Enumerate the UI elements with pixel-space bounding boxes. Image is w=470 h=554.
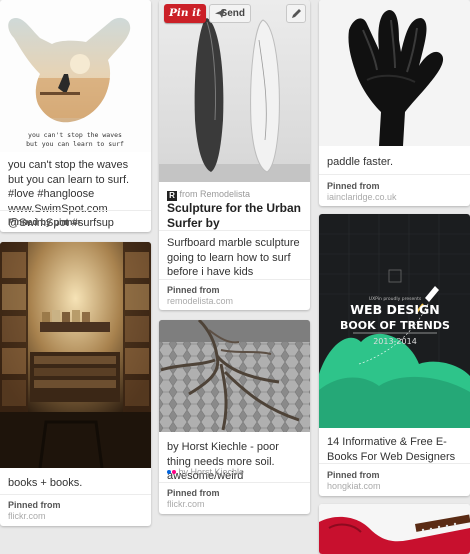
- send-button[interactable]: Send: [209, 4, 251, 23]
- pin-card-dark-hand[interactable]: paddle faster. Pinned from iainclaridge.…: [319, 0, 470, 206]
- divider: [319, 174, 470, 175]
- pin-footer[interactable]: Pinned from iainclaridge.co.uk: [327, 181, 462, 203]
- via-text: by Horst Kiechle: [178, 467, 245, 477]
- pin-footer[interactable]: Pinned by pinner: [8, 217, 143, 228]
- divider: [0, 494, 151, 495]
- divider: [159, 230, 310, 231]
- pin-description: 14 Informative & Free E-Books For Web De…: [327, 436, 456, 463]
- pin-footer[interactable]: Pinned from hongkiat.com: [327, 470, 462, 492]
- pin-footer[interactable]: Pinned from flickr.com: [167, 488, 302, 510]
- pin-image-hang-loose[interactable]: you can't stop the waves but you can lea…: [0, 0, 151, 152]
- pinned-from-label: Pinned from: [167, 488, 220, 498]
- image-caption-line-1: you can't stop the waves: [28, 131, 122, 139]
- via-prefix: from: [179, 189, 198, 199]
- pin-card-books[interactable]: books + books. Pinned from flickr.com: [0, 242, 151, 526]
- image-headline-1: WEB DESIGN: [350, 302, 440, 317]
- remodelista-icon: R: [167, 191, 177, 201]
- divider: [159, 279, 310, 280]
- pin-image-red-guitar[interactable]: [319, 504, 470, 554]
- pinned-from-label: Pinned from: [8, 500, 61, 510]
- image-headline-2: BOOK OF TRENDS: [340, 319, 450, 332]
- via-source-name: Remodelista: [200, 189, 251, 199]
- divider: [0, 210, 151, 211]
- image-caption-line-2: but you can learn to surf: [26, 140, 124, 148]
- send-icon: [215, 9, 225, 18]
- pin-source-link[interactable]: iainclaridge.co.uk: [327, 192, 462, 203]
- flickr-icon: [167, 470, 176, 474]
- pin-description: Surfboard marble sculpture going to lear…: [167, 237, 300, 278]
- image-years: 2013-2014: [373, 337, 417, 346]
- divider: [159, 482, 310, 483]
- pin-footer[interactable]: Pinned from remodelista.com: [167, 285, 302, 307]
- pin-image-web-design[interactable]: UXPin proudly presents WEB DESIGN BOOK O…: [319, 214, 470, 428]
- pin-image-books[interactable]: [0, 242, 151, 468]
- pin-card-tree-roots[interactable]: by Horst Kiechle - poor thing needs more…: [159, 320, 310, 514]
- pinned-from-label: Pinned from: [167, 285, 220, 295]
- pin-source-link[interactable]: remodelista.com: [167, 296, 302, 307]
- pin-source-link[interactable]: flickr.com: [8, 511, 143, 522]
- pin-description: paddle faster.: [327, 156, 394, 168]
- pinned-by-label: Pinned by pinner: [8, 217, 82, 227]
- pin-via-source[interactable]: R from Remodelista: [167, 188, 302, 201]
- pin-it-button[interactable]: Pin it: [164, 4, 206, 23]
- pin-image-tree-roots[interactable]: [159, 320, 310, 432]
- pin-image-dark-hand[interactable]: [319, 0, 470, 146]
- pencil-icon: [292, 9, 301, 18]
- divider: [319, 463, 470, 464]
- pinned-from-label: Pinned from: [327, 470, 380, 480]
- pin-card-surfboard[interactable]: Pin it Send R from Remodelista Sculpture…: [159, 0, 310, 310]
- pinned-from-label: Pinned from: [327, 181, 380, 191]
- pin-via-source[interactable]: by Horst Kiechle: [167, 466, 302, 478]
- edit-button[interactable]: [286, 4, 306, 23]
- pin-footer[interactable]: Pinned from flickr.com: [8, 500, 143, 522]
- pin-image-surfboard[interactable]: Pin it Send: [159, 0, 310, 182]
- pin-card-hang-loose[interactable]: you can't stop the waves but you can lea…: [0, 0, 151, 232]
- pin-card-web-design[interactable]: UXPin proudly presents WEB DESIGN BOOK O…: [319, 214, 470, 496]
- pin-source-link[interactable]: hongkiat.com: [327, 481, 462, 492]
- pin-source-link[interactable]: flickr.com: [167, 499, 302, 510]
- pin-title: Sculpture for the Urban Surfer by: [167, 201, 302, 230]
- pin-card-red-guitar[interactable]: [319, 504, 470, 554]
- pin-description: books + books.: [8, 477, 83, 489]
